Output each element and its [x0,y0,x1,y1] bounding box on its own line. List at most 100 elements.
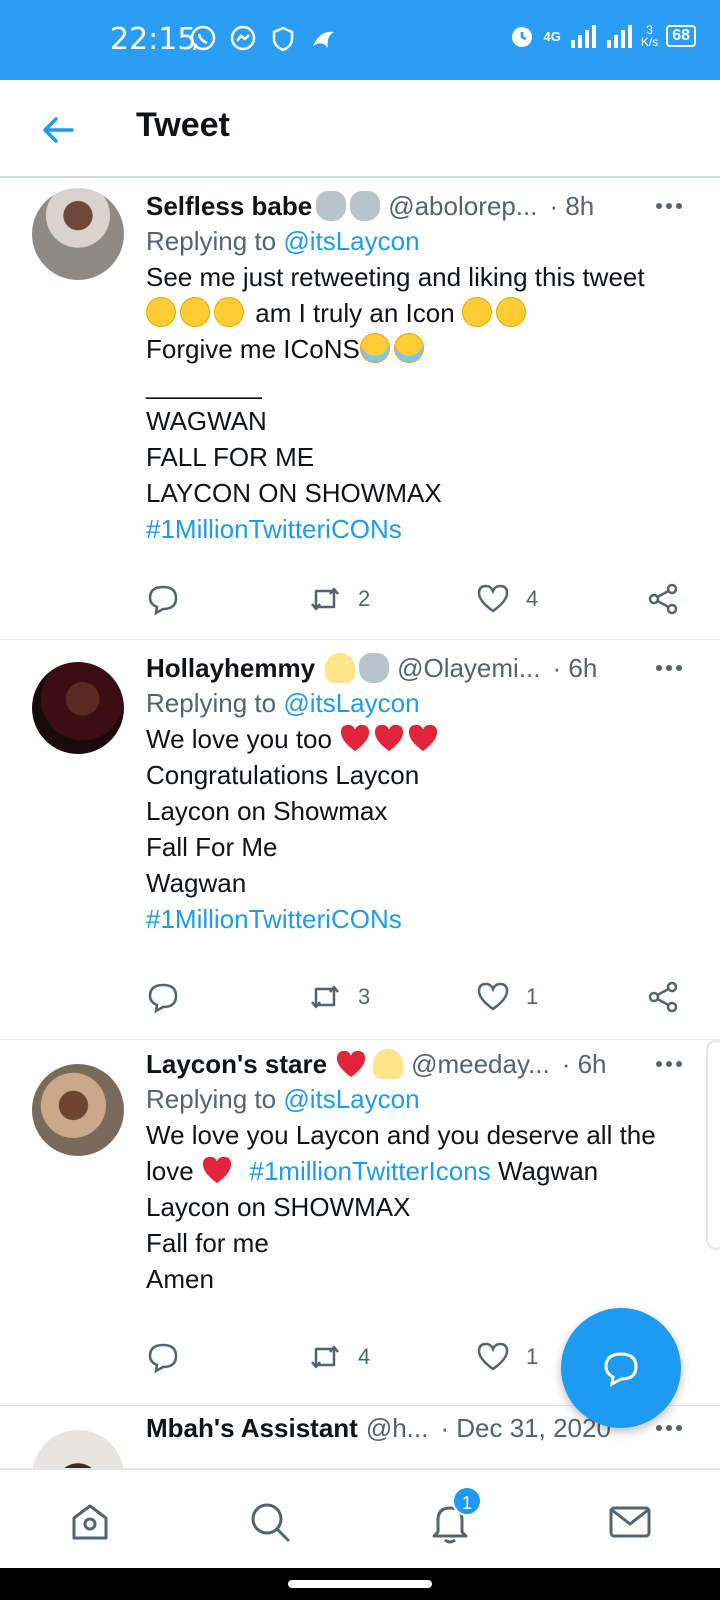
tweet-line: Wagwan [146,868,247,898]
red-heart-emoji [337,1050,366,1078]
tweet-line: am I truly an Icon [146,295,684,331]
tweet-line-text: am I truly an Icon [255,298,455,328]
more-icon[interactable] [654,648,684,688]
more-icon[interactable] [654,1044,684,1084]
tweet-reply[interactable]: Selfless babe @abolorep... · 8h Replying… [0,180,720,640]
like-button[interactable]: 1 [476,980,538,1014]
compose-reply-button[interactable] [561,1308,681,1428]
tweet-reply[interactable]: Hollayhemmy @Olayemi... · 6h Replying to… [0,640,720,1040]
tweet-text: See me just retweeting and liking this t… [146,259,684,547]
shield-icon [272,26,294,52]
tweet-line: FALL FOR ME [146,442,315,472]
tweet-line: Laycon on SHOWMAX [146,1192,411,1222]
battery-indicator: 68 [666,25,696,47]
retweet-icon [311,587,339,611]
status-time: 22:15 [110,22,197,57]
network-speed: 3 K/s [641,24,658,48]
like-count: 4 [526,586,539,611]
retweet-button[interactable]: 3 [308,980,370,1014]
author-handle[interactable]: @h... [366,1413,429,1444]
reply-button[interactable] [146,980,180,1014]
tweet-time: · 6h [552,652,598,683]
crying-face-emoji [393,333,424,363]
status-bar: 22:15 4G 3 K/s 68 [0,0,720,80]
hashtag-link[interactable]: #1MillionTwitteriCONs [146,901,684,937]
more-icon[interactable] [654,186,684,226]
wolf-emoji-icon [316,191,347,221]
tweet-line-text: We love you too [146,724,332,754]
tweet-line-text: love [146,1156,194,1186]
replying-prefix: Replying to [146,226,277,256]
replying-prefix: Replying to [146,1084,277,1114]
top-app-bar: Tweet [0,80,720,178]
reply-icon [148,585,178,616]
tweet-line: Forgive me ICoNS [146,331,684,367]
bottom-navigation: 1 [0,1468,720,1568]
compose-icon [604,1352,638,1387]
share-button[interactable] [646,980,680,1014]
replying-to-link[interactable]: @itsLaycon [283,1084,419,1114]
retweet-button[interactable]: 4 [308,1340,370,1374]
author-handle[interactable]: @Olayemi... [397,653,540,684]
like-count: 1 [526,1344,539,1369]
tweet-actions: 3 1 [146,980,684,1020]
tweet-time: · 8h [549,190,595,221]
avatar[interactable] [32,1064,124,1156]
like-icon [477,584,509,613]
replying-to-link[interactable]: @itsLaycon [283,226,419,256]
author-name[interactable]: Mbah's Assistant [146,1413,358,1444]
wolf-emoji-icon [350,191,381,221]
author-name[interactable]: Selfless babe [146,191,312,222]
home-icon[interactable] [66,1498,114,1546]
edge-panel-handle[interactable] [706,1040,720,1250]
status-notification-icons [188,24,338,54]
avatar[interactable] [32,1430,124,1468]
hashtag-link[interactable]: #1MillionTwitteriCONs [146,511,684,547]
app-bird-icon [313,31,334,48]
tweet-time: · 6h [561,1048,607,1079]
tweet-line-text: Wagwan [497,1156,599,1186]
retweet-button[interactable]: 2 [308,582,370,616]
tweet-line: Fall For Me [146,832,278,862]
red-heart-emoji [409,724,438,752]
tired-face-emoji [461,297,492,327]
author-name[interactable]: Laycon's stare [146,1049,327,1080]
tweet-line: Laycon on Showmax [146,796,388,826]
like-button[interactable]: 4 [476,582,538,616]
tweet-actions: 2 4 [146,582,684,622]
retweet-icon [311,985,339,1009]
hashtag-link[interactable]: #1millionTwitterIcons [249,1156,490,1186]
tweet-line: We love you too [146,721,684,757]
avatar[interactable] [32,188,124,280]
tweet-line: See me just retweeting and liking this t… [146,262,645,292]
tweet-line: ________ [146,370,262,400]
reply-button[interactable] [146,582,180,616]
author-name[interactable]: Hollayhemmy [146,653,315,684]
tired-face-emoji [214,297,244,327]
messenger-icon [230,25,256,51]
author-handle[interactable]: @meeday... [411,1049,550,1080]
like-count: 1 [526,984,539,1009]
retweet-count: 4 [358,1344,371,1369]
light-bulb-emoji-icon [373,1049,404,1079]
like-button[interactable]: 1 [476,1340,538,1374]
wolf-emoji-icon [359,653,390,683]
author-handle[interactable]: @abolorep... [388,191,537,222]
reply-button[interactable] [146,1340,180,1374]
tweet-line: Amen [146,1264,214,1294]
back-arrow-icon[interactable] [38,110,78,150]
red-heart-emoji [341,724,370,752]
retweet-icon [311,1345,339,1369]
share-button[interactable] [646,582,680,616]
system-navigation-bar [0,1568,720,1600]
messages-icon[interactable] [606,1498,654,1546]
tweet-line: love #1millionTwitterIcons Wagwan [146,1153,684,1189]
retweet-count: 2 [358,586,371,611]
status-system-icons: 4G 3 K/s 68 [508,22,696,50]
tweet-line: Congratulations Laycon [146,760,420,790]
home-gesture-handle[interactable] [288,1580,432,1588]
avatar[interactable] [32,662,124,754]
replying-to-link[interactable]: @itsLaycon [283,688,419,718]
search-icon[interactable] [246,1498,294,1546]
red-heart-emoji [202,1156,231,1184]
